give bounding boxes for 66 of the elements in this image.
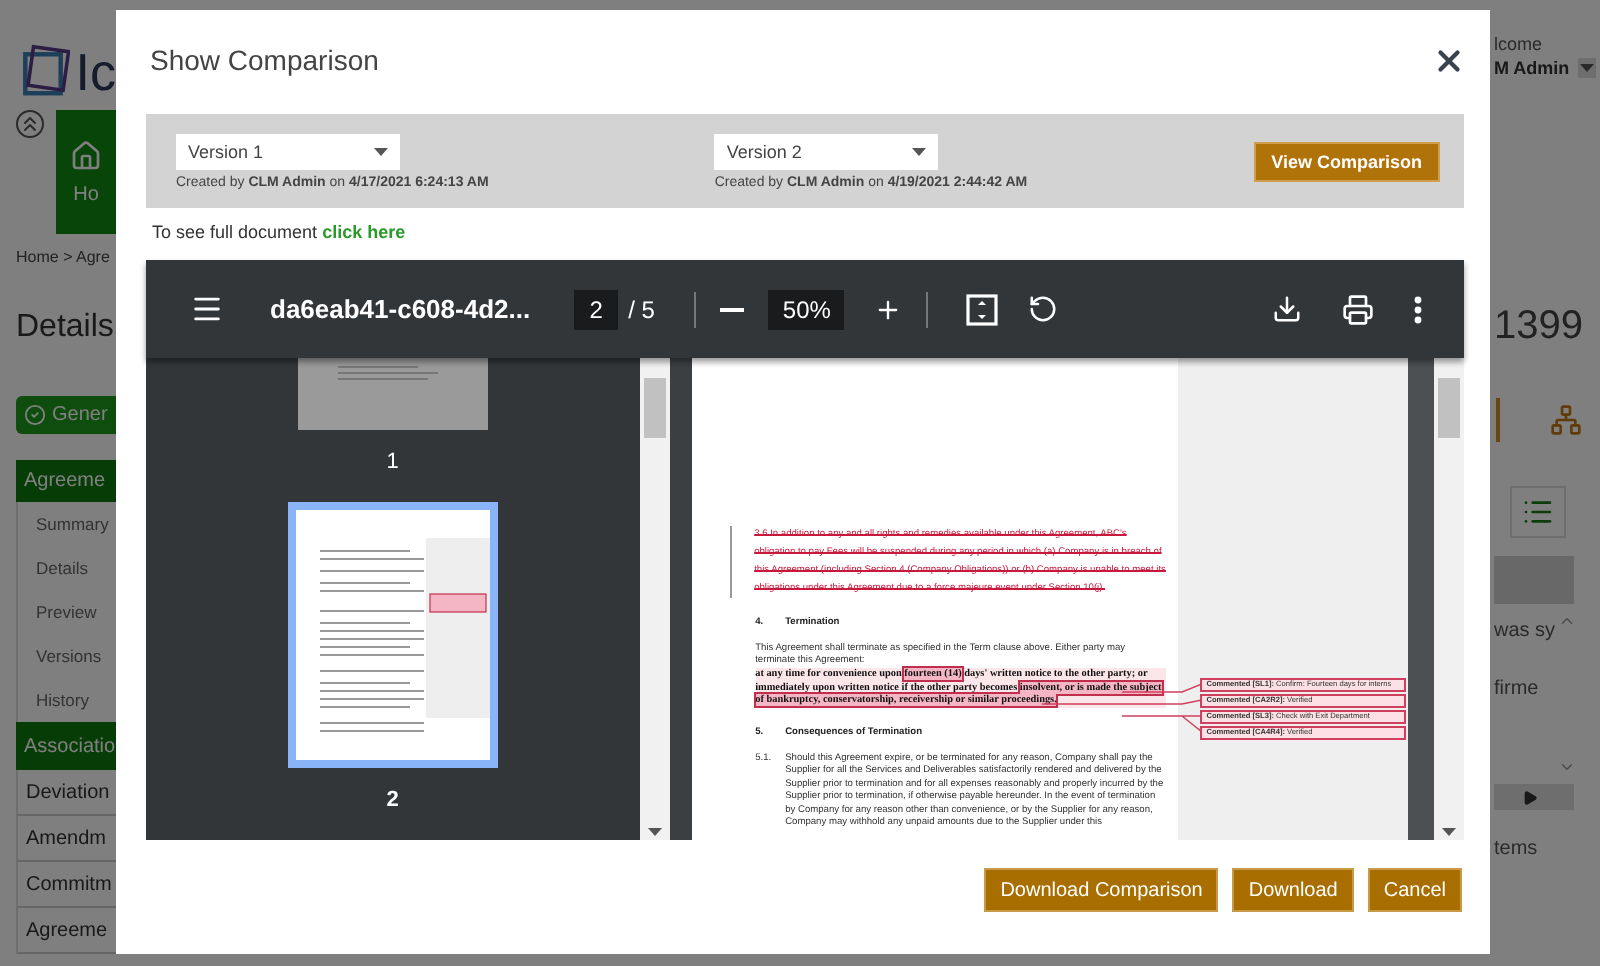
thumbnail-scrollbar[interactable] — [639, 358, 670, 840]
scroll-down-icon — [647, 828, 662, 836]
play-icon[interactable] — [1522, 789, 1538, 805]
zoom-in-button[interactable] — [874, 295, 903, 323]
page-count: / 5 — [628, 295, 655, 323]
list-icon — [1522, 496, 1554, 528]
table-cell: was sy — [1494, 620, 1558, 642]
user-menu-button[interactable] — [1577, 58, 1596, 78]
menu-button[interactable] — [190, 292, 224, 326]
welcome-text: lcome — [1494, 34, 1545, 54]
items-text: tems — [1494, 838, 1540, 860]
page-thumbnail[interactable] — [287, 502, 498, 768]
page-number-field[interactable]: 2 — [574, 289, 619, 329]
page-number: 1 — [386, 450, 399, 474]
download-icon — [1272, 294, 1302, 324]
version-select[interactable]: Version 1 — [176, 133, 400, 169]
fit-page-icon — [966, 293, 999, 325]
plus-icon — [874, 295, 903, 323]
menu-icon — [190, 292, 224, 326]
record-number: 1399 — [1494, 304, 1585, 350]
caret-icon — [374, 147, 388, 155]
logo-text: Ic — [75, 46, 116, 98]
scroll-thumb[interactable] — [1438, 378, 1461, 438]
more-options-button[interactable] — [1414, 295, 1422, 323]
caret-icon — [1579, 64, 1594, 72]
click-here-link[interactable]: click here — [322, 222, 406, 242]
scroll-down-icon[interactable] — [1558, 758, 1576, 776]
file-name: da6eab41-c608-4d2... — [270, 294, 531, 324]
print-icon — [1342, 293, 1374, 325]
caret-icon — [912, 147, 927, 155]
document-scrollbar[interactable] — [1434, 358, 1464, 840]
more-icon — [1414, 295, 1422, 323]
scroll-thumb[interactable] — [643, 378, 666, 438]
dialog-button[interactable]: Download — [1232, 868, 1354, 912]
collapse-icon[interactable] — [16, 110, 44, 138]
nav-section-header[interactable]: Agreeme — [16, 460, 116, 502]
scroll-up-icon[interactable] — [1558, 612, 1576, 630]
minus-icon — [720, 307, 745, 311]
print-button[interactable] — [1342, 293, 1374, 325]
page-number: 2 — [386, 788, 399, 812]
dialog-button[interactable]: Download Comparison — [984, 868, 1219, 912]
dialog-title: Show Comparison — [150, 44, 379, 76]
check-circle-icon — [24, 404, 46, 426]
view-comparison-button[interactable]: View Comparison — [1253, 141, 1440, 181]
horizontal-scrollbar[interactable] — [1494, 784, 1574, 810]
rotate-icon — [1028, 294, 1059, 324]
page-title: Details — [16, 310, 116, 346]
dialog-button[interactable]: Cancel — [1367, 868, 1462, 912]
full-document-text: To see full document click here — [152, 222, 408, 242]
network-icon[interactable] — [1550, 404, 1582, 436]
scroll-down-icon — [1442, 828, 1457, 836]
zoom-field[interactable]: 50% — [768, 289, 845, 329]
breadcrumb: Home > Agre — [16, 248, 112, 266]
generate-button[interactable]: Gener — [16, 396, 116, 434]
nav-section-header[interactable]: Associatio — [16, 722, 116, 770]
rotate-button[interactable] — [1028, 294, 1059, 324]
download-button[interactable] — [1272, 294, 1302, 324]
house-icon — [70, 139, 102, 171]
fit-page-button[interactable] — [966, 293, 999, 325]
user-name: M Admin — [1494, 58, 1570, 78]
table-cell-text: firme — [1494, 678, 1541, 700]
button-edge[interactable] — [1494, 398, 1500, 442]
home-tile[interactable]: Ho — [56, 110, 116, 234]
list-view-button[interactable] — [1510, 486, 1566, 538]
version-select[interactable]: Version 2 — [714, 133, 939, 169]
page-thumbnail[interactable] — [297, 358, 488, 430]
